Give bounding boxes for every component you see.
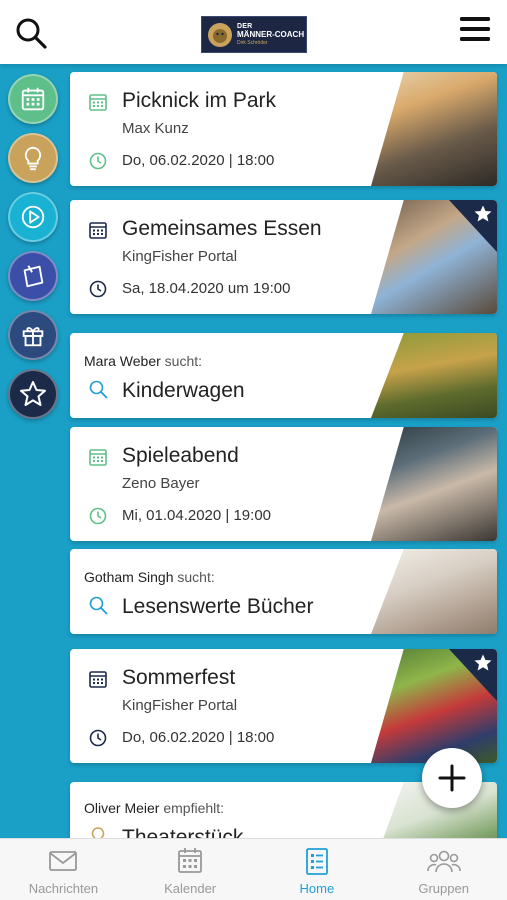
recommend-owner: Oliver Meier empfiehlt: (84, 800, 224, 816)
search-owner: Mara Weber sucht: (84, 353, 202, 369)
event-date: Do, 06.02.2020 | 18:00 (122, 729, 275, 746)
add-button[interactable] (422, 748, 482, 808)
event-organizer: KingFisher Portal (122, 697, 238, 714)
search-photo (371, 549, 497, 634)
clock-icon (89, 507, 107, 525)
app-header: DER MÄNNER-COACH Dirk Schröder (0, 0, 507, 64)
event-organizer: KingFisher Portal (122, 248, 238, 265)
event-date: Do, 06.02.2020 | 18:00 (122, 152, 275, 169)
event-card[interactable]: Spieleabend Zeno Bayer Mi, 01.04.2020 | … (70, 427, 497, 541)
play-icon (21, 205, 45, 229)
nav-label: Gruppen (418, 881, 469, 896)
search-icon (89, 380, 108, 399)
rail-media-button[interactable] (8, 192, 58, 242)
logo-text-line1: DER (237, 23, 253, 30)
envelope-icon (49, 851, 78, 871)
nav-item-gruppen[interactable]: Gruppen (380, 839, 507, 900)
event-organizer: Zeno Bayer (122, 475, 200, 492)
event-card[interactable]: Gemeinsames Essen KingFisher Portal Sa, … (70, 200, 497, 314)
owner-name: Gotham Singh (84, 569, 174, 585)
nav-label: Home (299, 881, 335, 896)
rail-favorites-button[interactable] (8, 369, 58, 419)
bottom-navigation: Nachrichten Kalender Home Gruppen (0, 838, 507, 900)
nav-label: Kalender (164, 881, 217, 896)
plus-icon (438, 764, 466, 792)
calendar-icon (178, 848, 203, 873)
search-icon (16, 18, 47, 49)
calendar-icon (89, 222, 107, 239)
search-card[interactable]: Mara Weber sucht: Kinderwagen (70, 333, 497, 418)
event-date: Sa, 18.04.2020 um 19:00 (122, 280, 291, 297)
rail-gifts-button[interactable] (8, 310, 58, 360)
lightbulb-icon (24, 146, 42, 171)
search-button[interactable] (14, 16, 48, 50)
event-date: Mi, 01.04.2020 | 19:00 (122, 507, 272, 524)
nav-item-home[interactable]: Home (254, 839, 381, 900)
owner-verb: sucht: (177, 569, 215, 585)
calendar-icon (21, 87, 45, 111)
owner-verb: empfiehlt: (163, 800, 225, 816)
star-icon (474, 654, 492, 671)
search-term: Lesenswerte Bücher (122, 595, 314, 618)
lion-logo-icon (208, 22, 232, 47)
group-icon (426, 850, 461, 873)
nav-label: Nachrichten (28, 881, 99, 896)
search-owner: Gotham Singh sucht: (84, 569, 215, 585)
calendar-icon (89, 94, 107, 111)
search-term: Kinderwagen (122, 379, 245, 402)
logo-text-line3: Dirk Schröder (237, 40, 268, 46)
owner-verb: sucht: (164, 353, 203, 369)
logo-text-line2: MÄNNER-COACH (237, 30, 305, 39)
nav-item-kalender[interactable]: Kalender (127, 839, 254, 900)
search-icon (89, 596, 108, 615)
app-logo: DER MÄNNER-COACH Dirk Schröder (201, 16, 307, 53)
event-photo (371, 427, 497, 541)
gift-icon (22, 327, 44, 347)
event-photo (371, 72, 497, 186)
category-rail (0, 64, 66, 840)
rail-events-button[interactable] (8, 74, 58, 124)
owner-name: Oliver Meier (84, 800, 160, 816)
star-icon (474, 205, 492, 222)
note-icon (23, 265, 44, 288)
search-card[interactable]: Gotham Singh sucht: Lesenswerte Bücher (70, 549, 497, 634)
clock-icon (89, 152, 107, 170)
calendar-icon (89, 449, 107, 466)
hamburger-menu-icon (460, 17, 490, 41)
event-title: Picknick im Park (122, 89, 277, 112)
rail-ideas-button[interactable] (8, 133, 58, 183)
event-organizer: Max Kunz (122, 120, 189, 137)
clock-icon (89, 729, 107, 747)
calendar-icon (89, 671, 107, 688)
event-card[interactable]: Sommerfest KingFisher Portal Do, 06.02.2… (70, 649, 497, 763)
search-photo (371, 333, 497, 418)
event-title: Spieleabend (122, 444, 239, 467)
event-title: Gemeinsames Essen (122, 217, 322, 240)
list-icon (305, 848, 328, 875)
clock-icon (89, 280, 107, 298)
menu-button[interactable] (459, 14, 491, 44)
event-title: Sommerfest (122, 666, 236, 689)
nav-item-nachrichten[interactable]: Nachrichten (0, 839, 127, 900)
star-icon (20, 381, 46, 406)
event-card[interactable]: Picknick im Park Max Kunz Do, 06.02.2020… (70, 72, 497, 186)
rail-notes-button[interactable] (8, 251, 58, 301)
owner-name: Mara Weber (84, 353, 161, 369)
